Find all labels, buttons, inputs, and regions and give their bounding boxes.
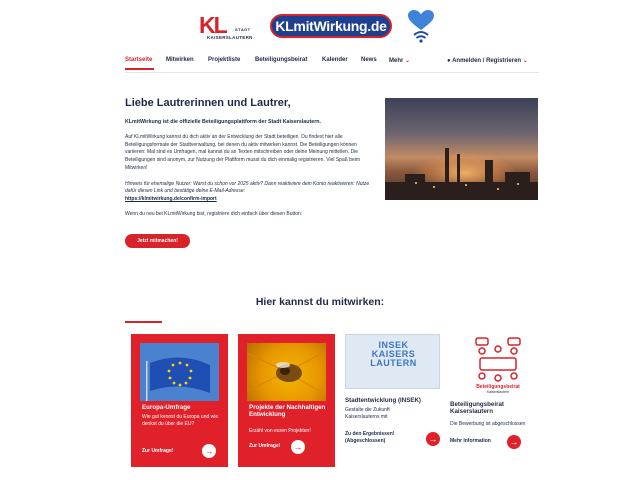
arrow-right-icon[interactable]: → xyxy=(291,440,305,454)
bee-icon xyxy=(247,350,326,396)
city-light xyxy=(497,188,499,190)
building xyxy=(505,172,530,200)
arrow-right-icon[interactable]: → xyxy=(507,435,521,449)
beirat-image-subtext: Kaiserslautern xyxy=(486,390,510,394)
kl-logo-city: KAISERSLAUTERN xyxy=(207,35,253,40)
nav-item-projektliste[interactable]: Projektliste xyxy=(208,57,240,63)
church-tower xyxy=(445,148,449,200)
user-icon: ● xyxy=(447,58,451,64)
nav-item-mehr-label: Mehr xyxy=(389,58,404,64)
login-label: Anmelden / Registrieren xyxy=(452,58,522,64)
section-accent-line xyxy=(125,321,162,323)
intro-lead: KLmitWirkung ist die offizielle Beteilig… xyxy=(125,119,321,125)
nav-item-beteiligungsbeirat[interactable]: Beteiligungsbeirat xyxy=(255,57,307,63)
card-cta[interactable]: Mehr Information xyxy=(450,438,510,445)
brand-text: KLmitWirkung.de xyxy=(275,18,387,34)
confirm-import-link[interactable]: https://klmitwirkung.de/confirm-import xyxy=(125,196,375,202)
card-europa-umfrage[interactable]: Europa-Umfrage Wie gut kennst du Europa … xyxy=(131,334,228,467)
kaiserslautern-logo[interactable]: KL STADT KAISERSLAUTERN xyxy=(199,13,259,43)
main-nav: Startseite Mitwirken Projektliste Beteil… xyxy=(125,57,539,71)
chevron-down-icon: ⌄ xyxy=(522,58,528,64)
building xyxy=(405,174,425,200)
card-description: Die Bewerbung ist abgeschlossen xyxy=(450,421,526,427)
nav-item-kalender[interactable]: Kalender xyxy=(322,57,348,63)
city-light xyxy=(433,186,435,188)
card-description: Gestalte die Zukunft Kaiserslauterns mit xyxy=(345,407,390,420)
card-title: Projekte der Nachhaltigen Entwicklung xyxy=(249,404,326,419)
nav-item-mehr[interactable]: Mehr ⌄ xyxy=(389,57,410,64)
church-tower xyxy=(457,154,460,200)
join-button[interactable]: Jetzt mitmachen! xyxy=(125,234,190,248)
site-header: KL STADT KAISERSLAUTERN KLmitWirkung.de xyxy=(0,0,640,52)
chevron-down-icon: ⌄ xyxy=(405,58,411,64)
login-link[interactable]: ● Anmelden / Registrieren ⌄ xyxy=(447,57,528,64)
card-description: Erzähl von euren Projekten! xyxy=(249,428,311,434)
card-title: Stadtentwicklung (INSEK) xyxy=(345,397,421,404)
bee-flower-image xyxy=(247,343,326,401)
intro-body: Auf KLmitWirkung kannst du dich aktiv an… xyxy=(125,134,361,171)
card-title: Europa-Umfrage xyxy=(142,404,191,411)
nav-active-underline xyxy=(125,68,154,70)
insek-logo-image: INSEK KAISERS LAUTERN xyxy=(345,334,440,389)
nav-item-mitwirken[interactable]: Mitwirken xyxy=(166,57,194,63)
section-title: Hier kannst du mitwirken: xyxy=(255,296,385,308)
intro-hint: Hinweis für ehemalige Nutzer: Warst du s… xyxy=(125,180,370,195)
arrow-right-icon[interactable]: → xyxy=(426,432,440,446)
tower-building xyxy=(485,160,493,200)
nav-item-news[interactable]: News xyxy=(361,57,377,63)
card-stadtentwicklung-insek[interactable]: INSEK KAISERS LAUTERN Stadtentwicklung (… xyxy=(345,334,442,467)
eu-stars-icon xyxy=(140,343,219,401)
card-beteiligungsbeirat[interactable]: Beteiligungsbeirat Kaiserslautern Beteil… xyxy=(450,334,547,467)
kl-logo-stadt: STADT xyxy=(235,27,251,32)
eu-flag-image xyxy=(140,343,219,401)
card-cta[interactable]: Zur Umfrage! xyxy=(142,448,173,455)
heart-wifi-icon xyxy=(408,10,434,43)
insek-image-text: INSEK KAISERS LAUTERN xyxy=(370,340,417,368)
beirat-logo-image: Beteiligungsbeirat Kaiserslautern xyxy=(468,334,528,396)
nav-divider xyxy=(125,72,539,73)
card-title: Beteiligungsbeirat Kaiserslautern xyxy=(450,401,504,416)
city-light xyxy=(415,182,417,184)
page-title: Liebe Lautrerinnen und Lautrer, xyxy=(125,97,291,109)
card-nachhaltige-entwicklung[interactable]: Projekte der Nachhaltigen Entwicklung Er… xyxy=(238,334,335,467)
kl-logo-mark: KL xyxy=(199,12,228,38)
city-light xyxy=(517,183,519,185)
arrow-right-icon[interactable]: → xyxy=(202,444,216,458)
card-cta[interactable]: Zu den Ergebnissen! (Abgeschlossen) xyxy=(345,431,415,445)
city-light xyxy=(465,184,467,186)
card-cta[interactable]: Zur Umfrage! xyxy=(249,443,280,450)
new-user-text: Wenn du neu bei KLmitWirkung bist, regis… xyxy=(125,210,303,217)
intro-section: Liebe Lautrerinnen und Lautrer, KLmitWir… xyxy=(125,97,375,227)
card-description: Wie gut kennst du Europa und wie denkst … xyxy=(142,414,219,427)
nav-item-startseite[interactable]: Startseite xyxy=(125,57,152,63)
people-table-icon xyxy=(475,337,521,382)
klmitwirkung-logo[interactable]: KLmitWirkung.de xyxy=(270,14,392,38)
city-panorama-image xyxy=(385,98,538,200)
